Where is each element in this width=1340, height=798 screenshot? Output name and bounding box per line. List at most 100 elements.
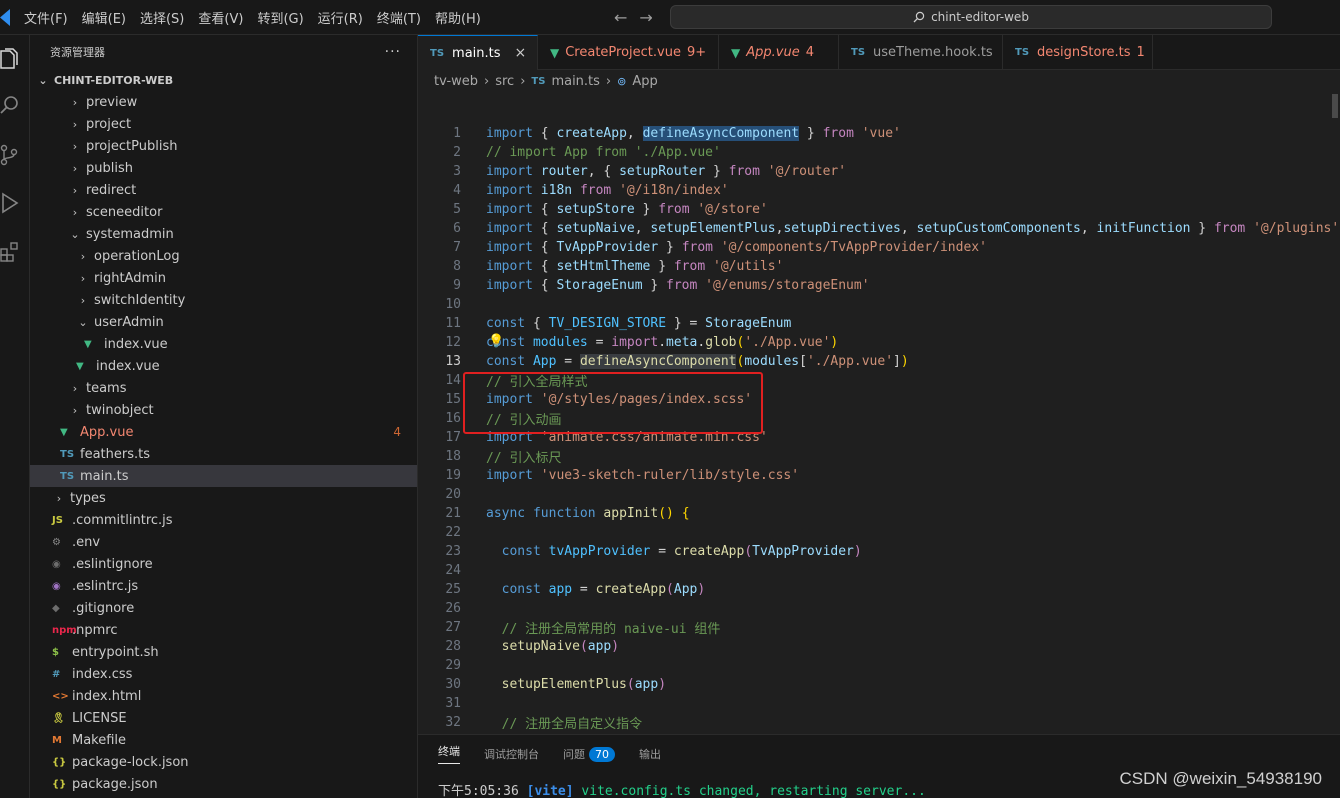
terminal-output[interactable]: 下午5:05:36 [vite] vite.config.ts changed,… <box>438 780 926 798</box>
tree-file[interactable]: 🎗 LICENSE <box>30 707 417 729</box>
menu-view[interactable]: 查看(V) <box>198 8 243 27</box>
editor-scrollbar[interactable] <box>1332 94 1338 118</box>
tree-file[interactable]: ◉ .eslintrc.js <box>30 575 417 597</box>
code-line[interactable]: 20 <box>418 485 1340 504</box>
tree-folder[interactable]: › types <box>30 487 417 509</box>
tree-file[interactable]: $ entrypoint.sh <box>30 641 417 663</box>
tree-file[interactable]: # index.css <box>30 663 417 685</box>
code-line[interactable]: 13 const App = defineAsyncComponent(modul… <box>418 352 1340 371</box>
code-line[interactable]: 27 // 注册全局常用的 naive-ui 组件 <box>418 618 1340 637</box>
tree-file[interactable]: TS feathers.ts <box>30 443 417 465</box>
code-line[interactable]: 26 <box>418 599 1340 618</box>
code-line[interactable]: 25 const app = createApp(App) <box>418 580 1340 599</box>
code-line[interactable]: 9 import { StorageEnum } from '@/enums/st… <box>418 276 1340 295</box>
code-line[interactable]: 23 const tvAppProvider = createApp(TvApp… <box>418 542 1340 561</box>
tree-item-label: projectPublish <box>86 138 178 154</box>
tree-file[interactable]: ◆ .gitignore <box>30 597 417 619</box>
code-line[interactable]: 12 const modules = import. meta. glob('./Ap… <box>418 333 1340 352</box>
menu-edit[interactable]: 编辑(E) <box>82 8 126 27</box>
tree-folder[interactable]: ⌄ systemadmin <box>30 223 417 245</box>
panel-tab-output[interactable]: 输出 <box>639 746 661 762</box>
code-line[interactable]: 24 <box>418 561 1340 580</box>
tree-folder[interactable]: › teams <box>30 377 417 399</box>
code-line[interactable]: 22 <box>418 523 1340 542</box>
tree-folder[interactable]: ⌄ userAdmin <box>30 311 417 333</box>
code-line[interactable]: 6 import { setupNaive, setupElementPlus, s… <box>418 219 1340 238</box>
tree-folder[interactable]: › preview <box>30 91 417 113</box>
tab-main-ts[interactable]: TS main.ts × <box>418 35 538 70</box>
explorer-icon[interactable] <box>0 39 30 79</box>
tree-folder[interactable]: › publish <box>30 157 417 179</box>
line-number: 29 <box>445 658 461 673</box>
tree-folder[interactable]: › redirect <box>30 179 417 201</box>
breadcrumb-item[interactable]: tv-web <box>434 74 478 89</box>
more-actions-icon[interactable]: ··· <box>385 44 401 60</box>
menu-selection[interactable]: 选择(S) <box>140 8 184 27</box>
tree-folder[interactable]: › rightAdmin <box>30 267 417 289</box>
tab-createproject-vue[interactable]: ▼ CreateProject.vue 9+ <box>538 35 719 70</box>
tab-app-vue[interactable]: ▼ App.vue 4 <box>719 35 839 70</box>
code-line[interactable]: 31 <box>418 694 1340 713</box>
tree-file[interactable]: {} package.json <box>30 773 417 795</box>
code-line[interactable]: 18 // 引入标尺 <box>418 447 1340 466</box>
panel-tab-terminal[interactable]: 终端 <box>438 743 460 764</box>
code-line[interactable]: 32 // 注册全局自定义指令 <box>418 713 1340 732</box>
breadcrumb-item[interactable]: App <box>632 74 657 89</box>
code-line[interactable]: 3 import router, { setupRouter } from '@/… <box>418 162 1340 181</box>
tree-folder[interactable]: › projectPublish <box>30 135 417 157</box>
tree-folder[interactable]: › operationLog <box>30 245 417 267</box>
back-arrow-icon[interactable]: ← <box>614 8 627 27</box>
code-line[interactable]: 28 setupNaive(app) <box>418 637 1340 656</box>
tree-file[interactable]: npm .npmrc <box>30 619 417 641</box>
menu-help[interactable]: 帮助(H) <box>435 8 481 27</box>
code-line[interactable]: 1 import { createApp, defineAsyncComponen… <box>418 124 1340 143</box>
tree-file[interactable]: ◉ .eslintignore <box>30 553 417 575</box>
extensions-icon[interactable] <box>0 231 30 271</box>
code-line[interactable]: 30 setupElementPlus(app) <box>418 675 1340 694</box>
run-debug-icon[interactable] <box>0 183 30 223</box>
close-icon[interactable]: × <box>515 45 527 61</box>
menu-run[interactable]: 运行(R) <box>318 8 363 27</box>
forward-arrow-icon[interactable]: → <box>639 8 652 27</box>
code-line[interactable]: 7 import { TvAppProvider } from '@/compon… <box>418 238 1340 257</box>
tree-file[interactable]: ▼ App.vue 4 <box>30 421 417 443</box>
code-token: ) <box>830 335 839 350</box>
tree-file[interactable]: JS .commitlintrc.js <box>30 509 417 531</box>
tree-file[interactable]: ▼ index.vue <box>30 355 417 377</box>
tree-file[interactable]: M Makefile <box>30 729 417 751</box>
code-line[interactable]: 5 import { setupStore } from '@/store' <box>418 200 1340 219</box>
code-line[interactable]: 21 async function appInit() { <box>418 504 1340 523</box>
tree-file[interactable]: {} package-lock.json <box>30 751 417 773</box>
menu-file[interactable]: 文件(F) <box>24 8 68 27</box>
panel-tab-debug-console[interactable]: 调试控制台 <box>484 746 539 762</box>
code-line[interactable]: 8 import { setHtmlTheme } from '@/utils' <box>418 257 1340 276</box>
tab-usetheme-hook-ts[interactable]: TS useTheme.hook.ts <box>839 35 1003 70</box>
menu-go[interactable]: 转到(G) <box>257 8 303 27</box>
tree-file[interactable]: ⚙ .env <box>30 531 417 553</box>
tree-file[interactable]: ▼ index.vue <box>30 333 417 355</box>
lightbulb-icon[interactable]: 💡 <box>488 334 504 349</box>
code-line[interactable]: 4 import i18n from '@/i18n/index' <box>418 181 1340 200</box>
source-control-icon[interactable] <box>0 135 30 175</box>
code-line[interactable]: 19 import 'vue3-sketch-ruler/lib/style.cs… <box>418 466 1340 485</box>
code-line[interactable]: 11 const { TV_DESIGN_STORE } = StorageEnu… <box>418 314 1340 333</box>
search-icon[interactable] <box>0 85 30 125</box>
breadcrumb-item[interactable]: main.ts <box>551 74 599 89</box>
tab-designstore-ts[interactable]: TS designStore.ts 1 <box>1003 35 1153 70</box>
tree-file[interactable]: TS main.ts <box>30 465 417 487</box>
tree-folder[interactable]: › switchIdentity <box>30 289 417 311</box>
ts-file-icon: TS <box>60 448 75 460</box>
tree-folder[interactable]: › sceneeditor <box>30 201 417 223</box>
tree-file[interactable]: <> index.html <box>30 685 417 707</box>
tree-folder[interactable]: › twinobject <box>30 399 417 421</box>
code-line[interactable]: 29 <box>418 656 1340 675</box>
breadcrumb-item[interactable]: src <box>495 74 514 89</box>
menu-terminal[interactable]: 终端(T) <box>377 8 421 27</box>
tree-folder[interactable]: › project <box>30 113 417 135</box>
panel-tab-problems[interactable]: 问题 70 <box>563 746 615 762</box>
breadcrumb: tv-web › src › TS main.ts › ⊚ App <box>418 70 1340 92</box>
command-center-search[interactable]: chint-editor-web <box>670 5 1272 29</box>
workspace-root[interactable]: ⌄ CHINT-EDITOR-WEB <box>30 69 417 91</box>
code-line[interactable]: 2 // import App from './App.vue' <box>418 143 1340 162</box>
code-line[interactable]: 10 <box>418 295 1340 314</box>
